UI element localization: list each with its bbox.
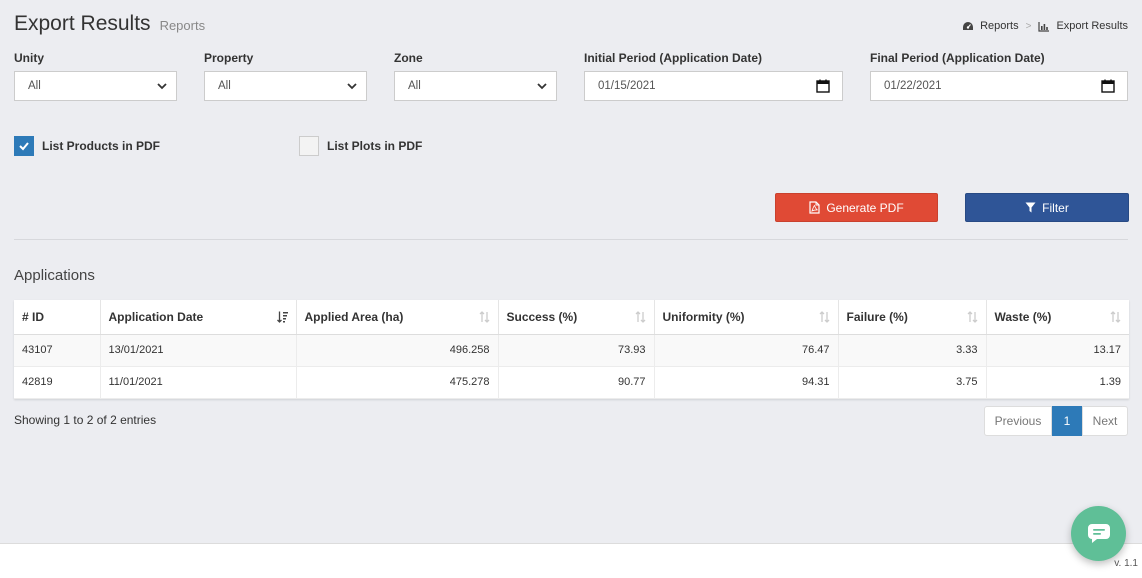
footer: v. 1.1 <box>0 543 1142 578</box>
initial-period-input[interactable]: 01/15/2021 <box>584 71 843 101</box>
property-select-value: All <box>218 80 231 92</box>
cell-uniformity: 76.47 <box>654 334 839 367</box>
pdf-file-icon <box>809 201 820 214</box>
initial-period-value: 01/15/2021 <box>598 80 656 92</box>
cell-waste: 13.17 <box>986 334 1129 367</box>
breadcrumb-item-export-results[interactable]: Export Results <box>1038 20 1128 32</box>
column-header-application-date[interactable]: Application Date <box>100 300 297 335</box>
list-plots-label: List Plots in PDF <box>327 139 423 153</box>
calendar-icon[interactable] <box>816 79 830 93</box>
chat-widget-button[interactable] <box>1071 506 1126 561</box>
final-period-input[interactable]: 01/22/2021 <box>870 71 1128 101</box>
sort-icon <box>479 311 489 323</box>
sort-icon <box>1110 311 1121 323</box>
generate-pdf-label: Generate PDF <box>826 200 904 215</box>
cell-success: 73.93 <box>498 334 655 367</box>
page-header: Export Results Reports <box>14 12 205 36</box>
cell-application-date: 13/01/2021 <box>100 334 297 367</box>
divider <box>14 239 1128 240</box>
list-products-label: List Products in PDF <box>42 139 161 153</box>
cell-uniformity: 94.31 <box>654 366 839 399</box>
breadcrumb: Reports > Export Results <box>962 20 1128 32</box>
page-title: Export Results <box>14 12 151 35</box>
zone-select[interactable]: All <box>394 71 557 101</box>
final-period-value: 01/22/2021 <box>884 80 942 92</box>
sort-icon <box>635 311 645 323</box>
unity-select-value: All <box>28 80 41 92</box>
table-header-row: # ID Application Date Applied Area (ha) … <box>14 300 1129 335</box>
breadcrumb-label-reports: Reports <box>980 20 1019 32</box>
list-products-checkbox[interactable] <box>14 136 34 156</box>
version-label: v. 1.1 <box>1114 558 1138 569</box>
dashboard-icon <box>963 21 974 30</box>
applications-title: Applications <box>14 267 95 284</box>
property-select[interactable]: All <box>204 71 367 101</box>
table-row[interactable]: 43107 13/01/2021 496.258 73.93 76.47 3.3… <box>14 334 1129 367</box>
filter-button[interactable]: Filter <box>965 193 1129 222</box>
breadcrumb-item-reports[interactable]: Reports <box>962 20 1019 32</box>
sort-desc-icon <box>276 311 288 323</box>
generate-pdf-button[interactable]: Generate PDF <box>775 193 938 222</box>
pagination: Previous 1 Next <box>984 406 1128 436</box>
pagination-page-button[interactable]: 1 <box>1052 406 1082 436</box>
sort-icon <box>819 311 829 323</box>
calendar-icon[interactable] <box>1101 79 1115 93</box>
filter-label: Filter <box>1042 200 1069 215</box>
unity-select[interactable]: All <box>14 71 177 101</box>
breadcrumb-label-export-results: Export Results <box>1056 20 1128 32</box>
applications-table: # ID Application Date Applied Area (ha) … <box>14 300 1129 399</box>
bar-chart-icon <box>1038 21 1050 32</box>
initial-period-label: Initial Period (Application Date) <box>584 51 763 65</box>
zone-label: Zone <box>394 51 423 65</box>
cell-id: 42819 <box>14 366 101 399</box>
cell-application-date: 11/01/2021 <box>100 366 297 399</box>
column-header-waste[interactable]: Waste (%) <box>986 300 1129 335</box>
column-header-applied-area[interactable]: Applied Area (ha) <box>296 300 499 335</box>
chevron-down-icon <box>537 83 547 90</box>
cell-success: 90.77 <box>498 366 655 399</box>
column-header-failure[interactable]: Failure (%) <box>838 300 987 335</box>
zone-select-value: All <box>408 80 421 92</box>
pagination-previous-button[interactable]: Previous <box>984 406 1052 436</box>
checkmark-icon <box>19 142 29 151</box>
final-period-label: Final Period (Application Date) <box>870 51 1045 65</box>
chat-bubble-icon <box>1087 523 1110 543</box>
cell-applied-area: 496.258 <box>296 334 499 367</box>
cell-failure: 3.33 <box>838 334 987 367</box>
cell-id: 43107 <box>14 334 101 367</box>
table-info: Showing 1 to 2 of 2 entries <box>14 413 157 427</box>
cell-applied-area: 475.278 <box>296 366 499 399</box>
table-row[interactable]: 42819 11/01/2021 475.278 90.77 94.31 3.7… <box>14 366 1129 399</box>
unity-label: Unity <box>14 51 44 65</box>
page-subtitle: Reports <box>159 18 206 33</box>
list-plots-checkbox[interactable] <box>299 136 319 156</box>
breadcrumb-separator: > <box>1025 20 1032 32</box>
pagination-next-button[interactable]: Next <box>1082 406 1128 436</box>
column-header-uniformity[interactable]: Uniformity (%) <box>654 300 839 335</box>
sort-icon <box>967 311 977 323</box>
list-plots-checkbox-row[interactable]: List Plots in PDF <box>299 136 422 156</box>
cell-failure: 3.75 <box>838 366 987 399</box>
list-products-checkbox-row[interactable]: List Products in PDF <box>14 136 160 156</box>
chevron-down-icon <box>347 83 357 90</box>
cell-waste: 1.39 <box>986 366 1129 399</box>
column-header-success[interactable]: Success (%) <box>498 300 655 335</box>
property-label: Property <box>204 51 254 65</box>
column-header-id[interactable]: # ID <box>14 300 101 335</box>
filter-icon <box>1025 202 1036 213</box>
chevron-down-icon <box>157 83 167 90</box>
